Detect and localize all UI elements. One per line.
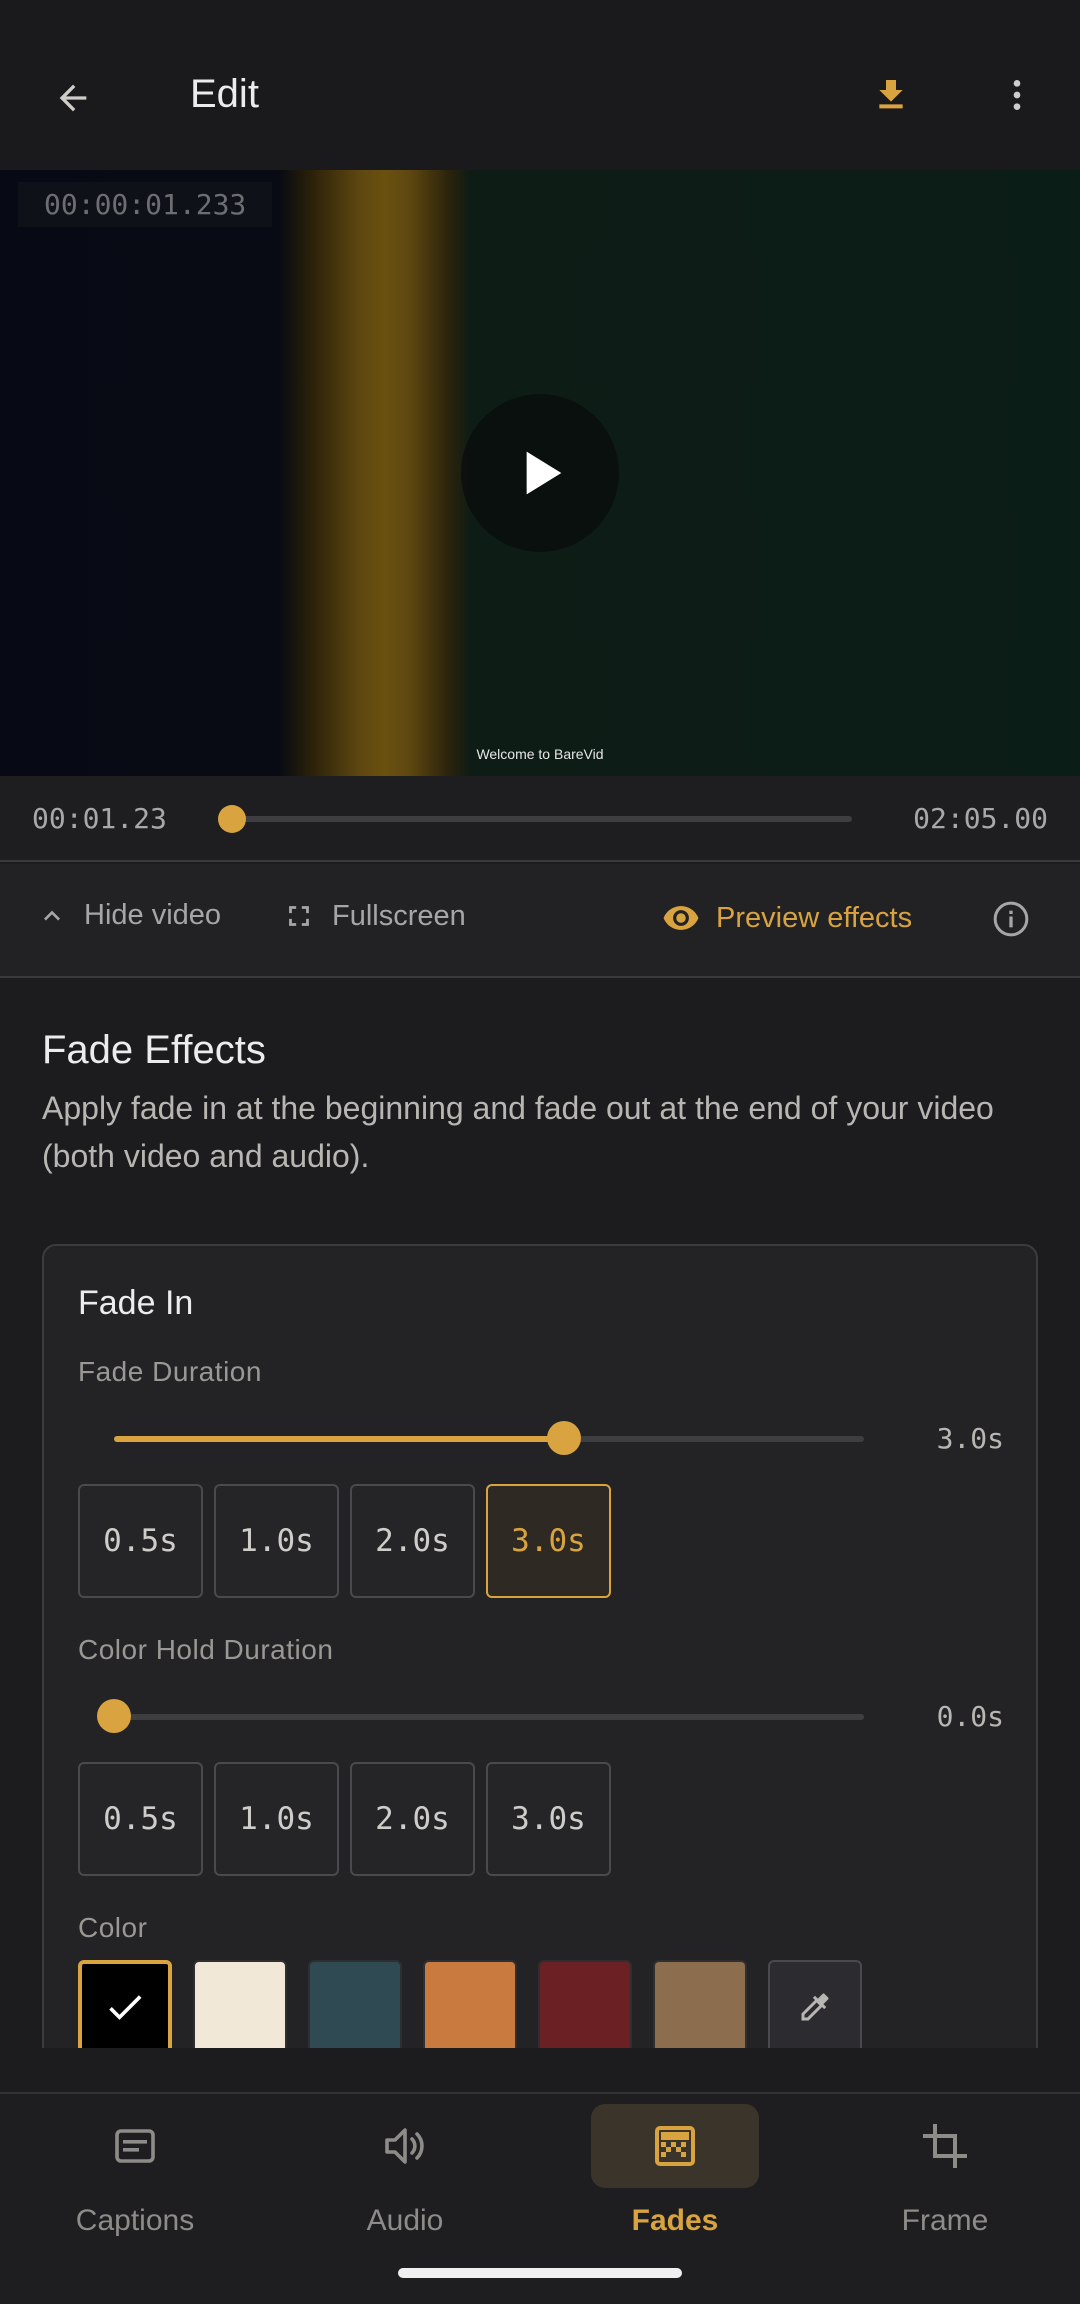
nav-frame-indicator <box>861 2104 1029 2188</box>
color-hold-duration-value: 0.0s <box>936 1700 1004 1733</box>
color-swatch-maroon[interactable] <box>538 1960 632 2048</box>
fade-duration-value: 3.0s <box>936 1422 1004 1455</box>
more-options-button[interactable] <box>984 62 1050 128</box>
volume-icon <box>385 2128 424 2164</box>
color-hold-preset[interactable]: 2.0s <box>350 1762 475 1876</box>
arrow-back-icon <box>59 84 87 112</box>
preview-effects-label: Preview effects <box>716 901 913 934</box>
nav-fades[interactable]: Fades <box>540 2094 810 2244</box>
page-title: Edit <box>190 72 259 116</box>
color-swatch-cream[interactable] <box>193 1960 287 2048</box>
chevron-up-icon <box>44 910 60 921</box>
fade-duration-preset[interactable]: 1.0s <box>214 1484 339 1598</box>
app-bar: Edit <box>0 0 1080 170</box>
nav-captions[interactable]: Captions <box>0 2094 270 2244</box>
section-description: Apply fade in at the beginning and fade … <box>42 1090 994 1174</box>
seek-bar-row: 00:01.23 02:05.00 <box>0 776 1080 862</box>
preview-effects-toggle[interactable]: Preview effects <box>662 899 912 937</box>
color-swatches <box>78 1960 862 2048</box>
nav-frame[interactable]: Frame <box>810 2094 1080 2244</box>
fullscreen-icon <box>289 906 309 926</box>
nav-audio-indicator <box>321 2104 489 2188</box>
video-controls: Hide video Fullscreen Preview effects <box>0 864 1080 978</box>
more-vert-icon <box>1013 80 1021 110</box>
captions-icon <box>115 2129 155 2163</box>
fades-icon <box>655 2126 695 2166</box>
color-hold-preset[interactable]: 0.5s <box>78 1762 203 1876</box>
color-hold-duration-thumb[interactable] <box>97 1699 131 1733</box>
hide-video-label: Hide video <box>84 899 222 931</box>
color-hold-preset[interactable]: 1.0s <box>214 1762 339 1876</box>
nav-captions-indicator <box>51 2104 219 2188</box>
color-swatch-orange[interactable] <box>423 1960 517 2048</box>
check-icon <box>109 1995 142 2020</box>
fade-in-card: Fade In Fade Duration 3.0s 0.5s 1.0s 2.0… <box>42 1244 1038 2048</box>
download-icon <box>879 80 903 109</box>
fade-duration-preset-selected[interactable]: 3.0s <box>486 1484 611 1598</box>
download-button[interactable] <box>858 62 924 128</box>
nav-audio[interactable]: Audio <box>270 2094 540 2244</box>
nav-fades-indicator <box>591 2104 759 2188</box>
section-title: Fade Effects <box>42 1028 266 1072</box>
nav-frame-label: Frame <box>901 2204 989 2237</box>
info-icon <box>993 901 1029 937</box>
fade-duration-presets: 0.5s 1.0s 2.0s 3.0s <box>78 1484 611 1598</box>
caption-text: Welcome to BareVid <box>476 746 604 762</box>
play-button[interactable] <box>461 394 619 552</box>
color-hold-duration-presets: 0.5s 1.0s 2.0s 3.0s <box>78 1762 611 1876</box>
color-swatch-brown[interactable] <box>653 1960 747 2048</box>
eye-icon <box>663 906 699 930</box>
current-time: 00:01.23 <box>32 802 167 835</box>
nav-audio-label: Audio <box>366 2204 444 2237</box>
fade-in-title: Fade In <box>78 1284 194 1322</box>
gesture-handle[interactable] <box>398 2268 682 2278</box>
fullscreen-label: Fullscreen <box>332 899 466 932</box>
fade-duration-preset[interactable]: 2.0s <box>350 1484 475 1598</box>
color-swatch-black[interactable] <box>78 1960 172 2048</box>
color-swatch-teal[interactable] <box>308 1960 402 2048</box>
fade-duration-fill <box>114 1436 564 1442</box>
fade-effects-panel: Fade Effects Apply fade in at the beginn… <box>0 980 1080 2048</box>
color-hold-duration-label: Color Hold Duration <box>78 1634 334 1665</box>
color-hold-preset[interactable]: 3.0s <box>486 1762 611 1876</box>
crop-icon <box>923 2124 967 2168</box>
info-button[interactable] <box>991 899 1031 939</box>
video-preview[interactable]: 00:00:01.233 Welcome to BareVid <box>0 170 1080 776</box>
color-hold-duration-slider[interactable] <box>97 1699 864 1733</box>
nav-fades-label: Fades <box>631 2204 719 2237</box>
color-label: Color <box>78 1912 148 1943</box>
hide-video-button[interactable]: Hide video <box>36 899 221 932</box>
seek-track[interactable] <box>233 816 852 822</box>
back-button[interactable] <box>40 65 106 131</box>
custom-color-button[interactable] <box>768 1960 862 2048</box>
fade-duration-preset[interactable]: 0.5s <box>78 1484 203 1598</box>
fade-duration-thumb[interactable] <box>547 1421 581 1455</box>
timecode-overlay: 00:00:01.233 <box>18 182 273 227</box>
nav-captions-label: Captions <box>75 2204 195 2237</box>
fade-duration-slider[interactable] <box>114 1421 864 1455</box>
total-duration: 02:05.00 <box>913 802 1048 835</box>
color-picker-icon <box>801 1993 829 2021</box>
fade-duration-label: Fade Duration <box>78 1356 262 1387</box>
play-icon <box>526 451 562 495</box>
fullscreen-button[interactable]: Fullscreen <box>282 899 466 933</box>
seek-thumb[interactable] <box>218 805 246 833</box>
